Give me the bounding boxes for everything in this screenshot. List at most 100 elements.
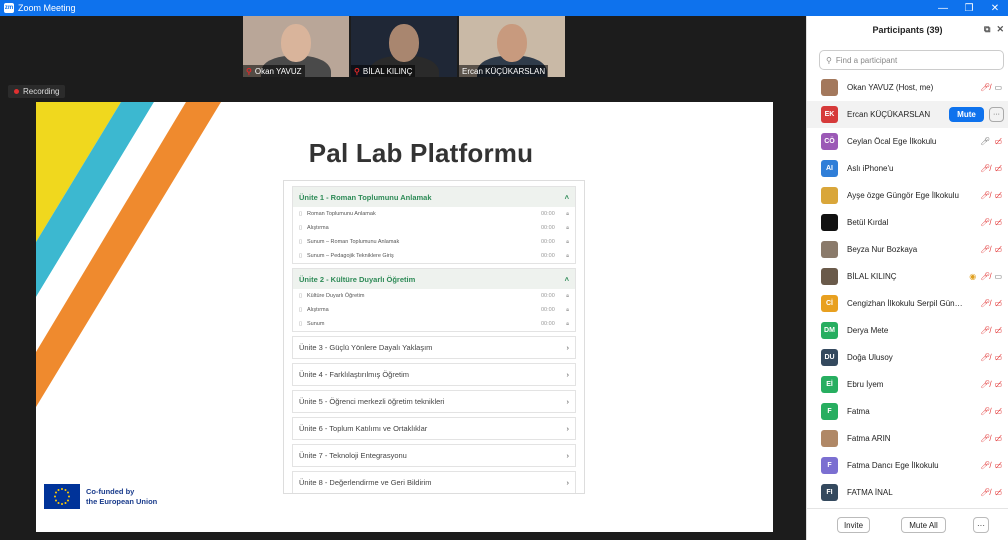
unit-title: Ünite 3 - Güçlü Yönlere Dayalı Yaklaşım [299, 343, 433, 352]
participant-status-icons: 🎤︎ ▭̸ [980, 137, 1002, 146]
lesson-row[interactable]: ▯ Sunum – Roman Toplumunu Anlamak 00:00 🔒︎ [293, 235, 575, 249]
participant-row[interactable]: DU Doğa Ulusoy 🎤︎̸ ▭̸ [807, 344, 1008, 371]
close-button[interactable]: ✕ [982, 3, 1008, 14]
maximize-button[interactable]: ❐ [956, 3, 982, 14]
mic-muted-icon: 🎤︎̸ [980, 245, 991, 254]
video-tile[interactable]: ⚲ Okan YAVUZ [243, 16, 349, 77]
participant-list: Okan YAVUZ (Host, me) 🎤︎̸ ▭ EK Ercan KÜÇÜKAR… [807, 74, 1008, 506]
mute-participant-button[interactable]: Mute [949, 107, 984, 122]
title-bar: zm Zoom Meeting — ❐ ✕ [0, 0, 1008, 16]
participant-row[interactable]: CÖ Ceylan Öcal Ege İlkokulu 🎤︎ ▭̸ [807, 128, 1008, 155]
camera-off-icon: ▭̸ [994, 488, 1002, 497]
participant-name: Ebru İyem [847, 380, 884, 389]
mic-muted-icon: 🎤︎̸ [980, 380, 991, 389]
participant-row[interactable]: EK Ercan KÜÇÜKARSLAN Mute ··· [807, 101, 1008, 128]
avatar [821, 187, 838, 204]
zoom-logo-icon: zm [4, 3, 14, 13]
avatar: CÖ [821, 133, 838, 150]
lesson-row[interactable]: ▯ Alıştırma 00:00 🔒︎ [293, 303, 575, 317]
mic-muted-icon: 🎤︎̸ [980, 488, 991, 497]
search-placeholder: Find a participant [835, 55, 898, 65]
lesson-title: Kültüre Duyarlı Öğretim [307, 293, 365, 299]
participant-row[interactable]: Betül Kırdal 🎤︎̸ ▭̸ [807, 209, 1008, 236]
unit-header[interactable]: Ünite 1 - Roman Toplumunu Anlamak ˄ [293, 187, 575, 207]
unit-accordion: Ünite 1 - Roman Toplumunu Anlamak ˄ ▯ Roma… [292, 186, 576, 264]
participant-row[interactable]: F Fatma 🎤︎̸ ▭̸ [807, 398, 1008, 425]
participant-row[interactable]: Ayşe özge Güngör Ege İlkokulu 🎤︎̸ ▭̸ [807, 182, 1008, 209]
lock-icon: 🔒︎ [566, 238, 569, 245]
video-tile[interactable]: ⚲ BİLAL KILINÇ [351, 16, 457, 77]
minimize-button[interactable]: — [930, 3, 956, 14]
participant-status-icons: 🎤︎̸ ▭̸ [980, 191, 1002, 200]
participant-row[interactable]: Fatma ARIN 🎤︎̸ ▭̸ [807, 425, 1008, 452]
search-icon: ⚲ [826, 55, 832, 65]
unit-title: Ünite 1 - Roman Toplumunu Anlamak [299, 192, 432, 202]
mic-muted-icon: 🎤︎̸ [980, 461, 991, 470]
unit-header[interactable]: Ünite 2 - Kültüre Duyarlı Öğretim ˄ [293, 269, 575, 289]
participant-name: Fatma Dancı Ege İlkokulu [847, 461, 939, 470]
lock-icon: 🔒︎ [566, 224, 569, 231]
participant-row[interactable]: DM Derya Mete 🎤︎̸ ▭̸ [807, 317, 1008, 344]
participant-name: Doğa Ulusoy [847, 353, 893, 362]
participant-row[interactable]: Eİ Ebru İyem 🎤︎̸ ▭̸ [807, 371, 1008, 398]
unit-collapsed[interactable]: Ünite 6 - Toplum Katılımı ve Ortaklıklar… [292, 417, 576, 440]
participant-more-button[interactable]: ··· [989, 107, 1004, 122]
lesson-title: Sunum – Pedagojik Tekniklere Giriş [307, 253, 394, 259]
camera-icon: ▭ [994, 83, 1002, 92]
mic-muted-icon: 🎤︎̸ [980, 434, 991, 443]
participants-title: Participants (39) [872, 25, 943, 35]
unit-collapsed[interactable]: Ünite 3 - Güçlü Yönlere Dayalı Yaklaşım › [292, 336, 576, 359]
participant-row[interactable]: BİLAL KILINÇ ◉ 🎤︎̸ ▭ [807, 263, 1008, 290]
unit-collapsed[interactable]: Ünite 4 - Farklılaştırılmış Öğretim › [292, 363, 576, 386]
unit-title: Ünite 7 - Teknoloji Entegrasyonu [299, 451, 407, 460]
participant-status-icons: 🎤︎̸ ▭̸ [980, 326, 1002, 335]
participant-row[interactable]: F Fatma Dancı Ege İlkokulu 🎤︎̸ ▭̸ [807, 452, 1008, 479]
video-head [389, 24, 419, 62]
lock-icon: 🔒︎ [566, 210, 569, 217]
participant-status-icons: 🎤︎̸ ▭̸ [980, 434, 1002, 443]
participant-row[interactable]: AI Aslı iPhone'u 🎤︎̸ ▭̸ [807, 155, 1008, 182]
unit-title: Ünite 6 - Toplum Katılımı ve Ortaklıklar [299, 424, 428, 433]
mic-muted-icon: 🎤︎̸ [980, 299, 991, 308]
participant-name: Aslı iPhone'u [847, 164, 894, 173]
lesson-row[interactable]: ▯ Sunum 00:00 🔒︎ [293, 317, 575, 331]
camera-off-icon: ▭̸ [994, 353, 1002, 362]
participants-panel: Participants (39) ⧉ ✕ ⚲ Find a participa… [806, 16, 1008, 540]
lesson-row[interactable]: ▯ Roman Toplumunu Anlamak 00:00 🔒︎ [293, 207, 575, 221]
invite-button[interactable]: Invite [837, 517, 870, 533]
video-tile[interactable]: Ercan KÜÇÜKARSLAN [459, 16, 565, 77]
video-strip: ⚲ Okan YAVUZ ⚲ BİLAL KILINÇ Ercan KÜÇÜKARS… [243, 16, 565, 77]
camera-off-icon: ▭̸ [994, 191, 1002, 200]
participant-row[interactable]: Beyza Nur Bozkaya 🎤︎̸ ▭̸ [807, 236, 1008, 263]
doc-icon: ▯ [299, 239, 303, 245]
participant-row[interactable]: Okan YAVUZ (Host, me) 🎤︎̸ ▭ [807, 74, 1008, 101]
lesson-row[interactable]: ▯ Kültüre Duyarlı Öğretim 00:00 🔒︎ [293, 289, 575, 303]
course-units-panel: Ünite 1 - Roman Toplumunu Anlamak ˄ ▯ Roma… [283, 180, 585, 494]
video-name: BİLAL KILINÇ [362, 66, 413, 76]
participant-search[interactable]: ⚲ Find a participant [819, 50, 1004, 70]
window-title: Zoom Meeting [18, 3, 76, 13]
participant-row[interactable]: FI FATMA İNAL 🎤︎̸ ▭̸ [807, 479, 1008, 506]
unit-collapsed[interactable]: Ünite 5 - Öğrenci merkezli öğretim tekni… [292, 390, 576, 413]
lesson-title: Alıştırma [307, 225, 329, 231]
participant-name: Betül Kırdal [847, 218, 889, 227]
popout-icon[interactable]: ⧉ [984, 24, 990, 35]
close-panel-icon[interactable]: ✕ [996, 24, 1004, 35]
eu-cofunded-logo: Co-funded by the European Union [44, 484, 157, 509]
mic-muted-icon: 🎤︎̸ [980, 164, 991, 173]
avatar: FI [821, 484, 838, 501]
lesson-row[interactable]: ▯ Sunum – Pedagojik Tekniklere Giriş 00:00… [293, 249, 575, 263]
participant-row[interactable]: Cİ Cengizhan İlkokulu Serpil Güngö... 🎤︎̸ ▭… [807, 290, 1008, 317]
lesson-duration: 00:00 [541, 239, 555, 245]
participant-name: Fatma [847, 407, 870, 416]
lesson-row[interactable]: ▯ Alıştırma 00:00 🔒︎ [293, 221, 575, 235]
unit-collapsed[interactable]: Ünite 8 - Değerlendirme ve Geri Bildirim… [292, 471, 576, 493]
participants-footer: Invite Mute All ··· [807, 508, 1008, 540]
avatar: EK [821, 106, 838, 123]
mute-all-button[interactable]: Mute All [901, 517, 946, 533]
participants-header: Participants (39) ⧉ ✕ [807, 16, 1008, 44]
participant-status-icons: 🎤︎̸ ▭̸ [980, 407, 1002, 416]
more-options-button[interactable]: ··· [973, 517, 989, 533]
recording-indicator[interactable]: Recording [8, 85, 66, 98]
unit-collapsed[interactable]: Ünite 7 - Teknoloji Entegrasyonu › [292, 444, 576, 467]
